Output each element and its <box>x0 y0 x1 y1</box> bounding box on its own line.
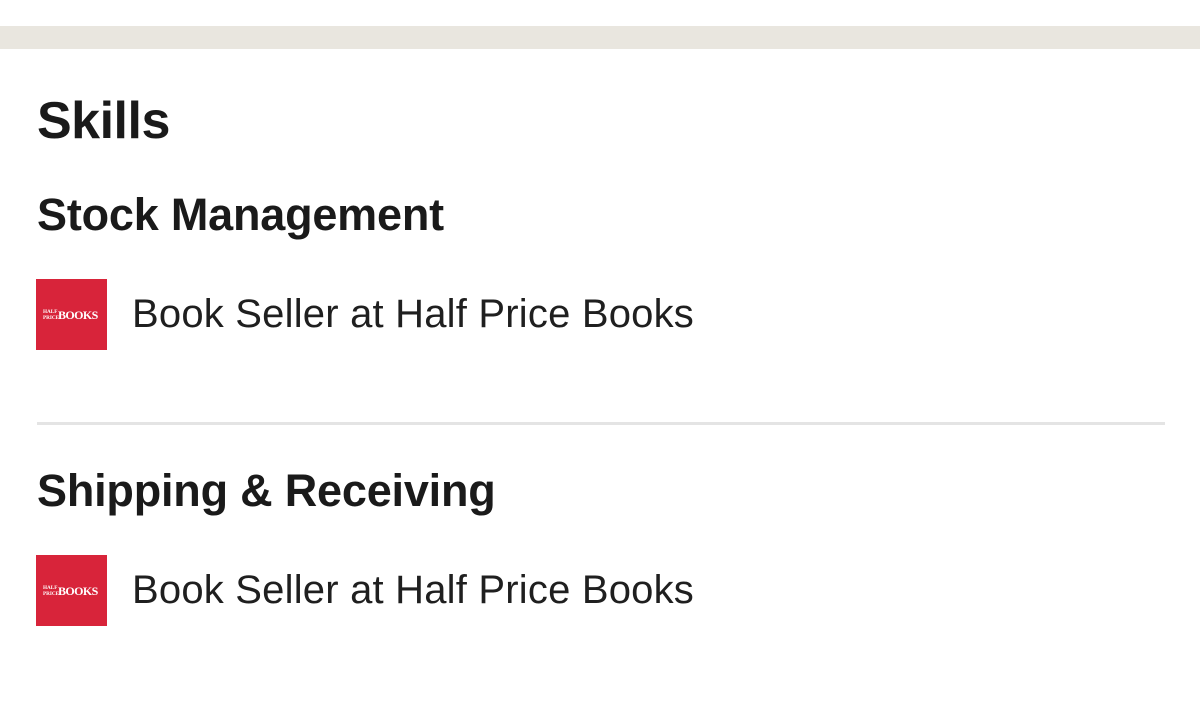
skill-item[interactable]: Stock Management HALF PRICE BOOKS Book S… <box>36 189 1164 350</box>
skill-endorsement[interactable]: HALF PRICE BOOKS Book Seller at Half Pri… <box>36 555 1164 626</box>
logo-graphic: HALF PRICE BOOKS <box>43 584 99 598</box>
half-price-books-logo-icon: HALF PRICE BOOKS <box>36 279 107 350</box>
skill-name[interactable]: Stock Management <box>37 189 1164 241</box>
logo-text-main: BOOKS <box>58 308 99 322</box>
endorsement-text[interactable]: Book Seller at Half Price Books <box>132 555 694 626</box>
skills-card: Skills Stock Management HALF PRICE BOOKS… <box>0 49 1200 626</box>
logo-graphic: HALF PRICE BOOKS <box>43 308 99 322</box>
endorsement-text[interactable]: Book Seller at Half Price Books <box>132 279 694 350</box>
half-price-books-logo-icon: HALF PRICE BOOKS <box>36 555 107 626</box>
section-separator-band <box>0 26 1200 49</box>
section-title: Skills <box>37 92 170 150</box>
skill-divider <box>37 422 1165 425</box>
skill-endorsement[interactable]: HALF PRICE BOOKS Book Seller at Half Pri… <box>36 279 1164 350</box>
profile-skills-page: Skills Stock Management HALF PRICE BOOKS… <box>0 0 1200 702</box>
top-spacer <box>0 0 1200 26</box>
skill-item[interactable]: Shipping & Receiving HALF PRICE BOOKS Bo… <box>36 465 1164 626</box>
logo-text-main: BOOKS <box>58 584 99 598</box>
skill-name[interactable]: Shipping & Receiving <box>37 465 1164 517</box>
